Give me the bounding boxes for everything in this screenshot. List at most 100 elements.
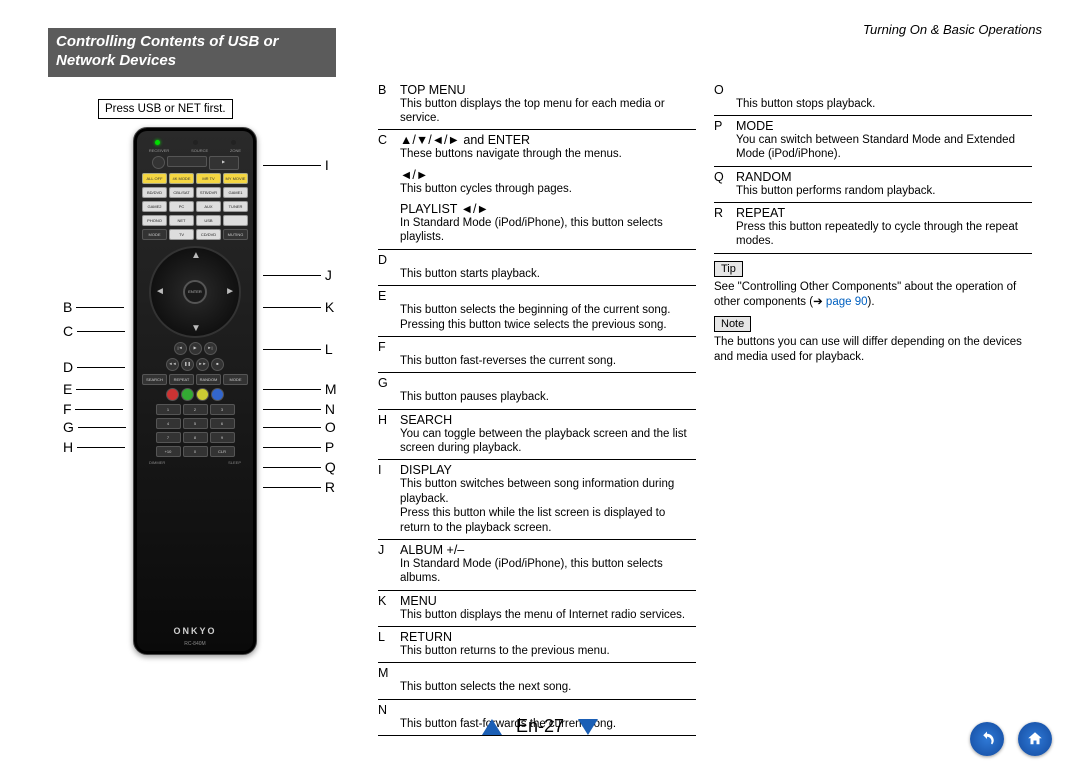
desc-text: This button selects the beginning of the… — [400, 303, 696, 332]
remote-diagram: B C D E F G H I J K L M N O P Q R — [103, 127, 383, 667]
desc-item: IDISPLAYThis button switches between son… — [378, 461, 696, 540]
callout-H: H — [63, 439, 73, 455]
btn-game1: GAME1 — [223, 187, 248, 198]
num-6: 6 — [210, 418, 235, 429]
press-first-note: Press USB or NET first. — [98, 99, 233, 119]
lbl-sleep: SLEEP — [228, 460, 241, 465]
desc-text: This button selects the next song. — [400, 680, 696, 694]
num-0: 0 — [183, 446, 208, 457]
desc-item: C▲/▼/◄/► and ENTERThese buttons navigate… — [378, 131, 696, 250]
desc-subname: PLAYLIST ◄/► — [400, 202, 489, 216]
desc-name: RETURN — [400, 630, 452, 644]
btn-random: RANDOM — [196, 374, 221, 385]
desc-letter: N — [378, 703, 392, 717]
desc-text: This button starts playback. — [400, 267, 696, 281]
num-5: 5 — [183, 418, 208, 429]
callout-J: J — [325, 267, 332, 283]
btn-blank — [167, 156, 207, 167]
home-button[interactable] — [1018, 722, 1052, 756]
desc-item: HSEARCHYou can toggle between the playba… — [378, 411, 696, 461]
desc-name: TOP MENU — [400, 83, 466, 97]
callout-O: O — [325, 419, 336, 435]
ff-icon: ►► — [196, 358, 209, 371]
play-icon: ▶ — [209, 156, 239, 170]
description-col-2: OThis button stops playback.PMODEYou can… — [714, 81, 1032, 738]
lbl-source: SOURCE — [191, 148, 208, 153]
next-icon: ►| — [204, 342, 217, 355]
desc-subname: ◄/► — [400, 168, 428, 182]
btn-mode2: MODE — [223, 374, 248, 385]
desc-item: LRETURNThis button returns to the previo… — [378, 628, 696, 663]
btn-usb: USB — [196, 215, 221, 226]
callout-L: L — [325, 341, 333, 357]
enter-button: ENTER — [183, 280, 207, 304]
desc-letter: Q — [714, 170, 728, 184]
desc-subtext: This button cycles through pages. — [400, 182, 696, 196]
page-number: En-27 — [516, 716, 564, 737]
callout-G: G — [63, 419, 74, 435]
callout-P: P — [325, 439, 334, 455]
desc-text: These buttons navigate through the menus… — [400, 147, 696, 161]
btn-muting: MUTING — [223, 229, 248, 240]
yellow-icon — [196, 388, 209, 401]
tip-label: Tip — [714, 261, 743, 277]
desc-name: DISPLAY — [400, 463, 452, 477]
desc-name: REPEAT — [736, 206, 785, 220]
desc-name: MODE — [736, 119, 774, 133]
num-9: 9 — [210, 432, 235, 443]
callout-R: R — [325, 479, 335, 495]
desc-text: This button displays the top menu for ea… — [400, 97, 696, 126]
page-up-icon[interactable] — [482, 719, 502, 735]
desc-letter: M — [378, 666, 392, 680]
desc-item: Q RANDOMThis button performs random playb… — [714, 168, 1032, 203]
btn-tv: TV — [169, 229, 194, 240]
description-col-1: B TOP MENUThis button displays the top me… — [378, 81, 696, 738]
down-arrow-icon: ▼ — [191, 323, 201, 334]
desc-text: This button fast-reverses the current so… — [400, 354, 696, 368]
lbl-receiver: RECEIVER — [149, 148, 169, 153]
play2-icon: ▶ — [189, 342, 202, 355]
btn-mode: MODE — [142, 229, 167, 240]
power-icon — [152, 156, 165, 169]
led-source — [193, 140, 198, 145]
breadcrumb: Turning On & Basic Operations — [863, 22, 1042, 37]
btn-bddvd: BD/DVD — [142, 187, 167, 198]
btn-repeat: REPEAT — [169, 374, 194, 385]
btn-aux: AUX — [196, 201, 221, 212]
num-1: 1 — [156, 404, 181, 415]
back-button[interactable] — [970, 722, 1004, 756]
desc-name: RANDOM — [736, 170, 792, 184]
desc-letter: O — [714, 83, 728, 97]
num-3: 3 — [210, 404, 235, 415]
callout-Q: Q — [325, 459, 336, 475]
left-arrow-icon: ◄ — [155, 286, 165, 297]
page-down-icon[interactable] — [578, 719, 598, 735]
btn-tuner: TUNER — [223, 201, 248, 212]
footer: En-27 — [0, 716, 1080, 756]
num-7: 7 — [156, 432, 181, 443]
desc-name: MENU — [400, 594, 437, 608]
note-text: The buttons you can use will differ depe… — [714, 335, 1032, 365]
btn-cblsat: CBL/SAT — [169, 187, 194, 198]
btn-mymovie: MY MOVIE — [223, 173, 248, 184]
lbl-dimmer: DIMMER — [149, 460, 165, 465]
rew-icon: ◄◄ — [166, 358, 179, 371]
desc-text: This button performs random playback. — [736, 184, 1032, 198]
desc-item: EThis button selects the beginning of th… — [378, 287, 696, 337]
desc-text: You can switch between Standard Mode and… — [736, 133, 1032, 162]
btn-4kmode: 4K MODE — [169, 173, 194, 184]
desc-item: JALBUM +/–In Standard Mode (iPod/iPhone)… — [378, 541, 696, 591]
desc-text: This button switches between song inform… — [400, 477, 696, 506]
num-4: 4 — [156, 418, 181, 429]
num-8: 8 — [183, 432, 208, 443]
page-link[interactable]: page 90 — [826, 296, 868, 308]
pager: En-27 — [482, 716, 598, 737]
btn-phono: PHONO — [142, 215, 167, 226]
callout-F: F — [63, 401, 72, 417]
desc-text: Press this button repeatedly to cycle th… — [736, 220, 1032, 249]
desc-letter: P — [714, 119, 728, 133]
desc-letter: B — [378, 83, 392, 97]
dpad: ENTER ▲ ▼ ◄ ► — [149, 246, 241, 338]
btn-pc: PC — [169, 201, 194, 212]
desc-text: This button returns to the previous menu… — [400, 644, 696, 658]
